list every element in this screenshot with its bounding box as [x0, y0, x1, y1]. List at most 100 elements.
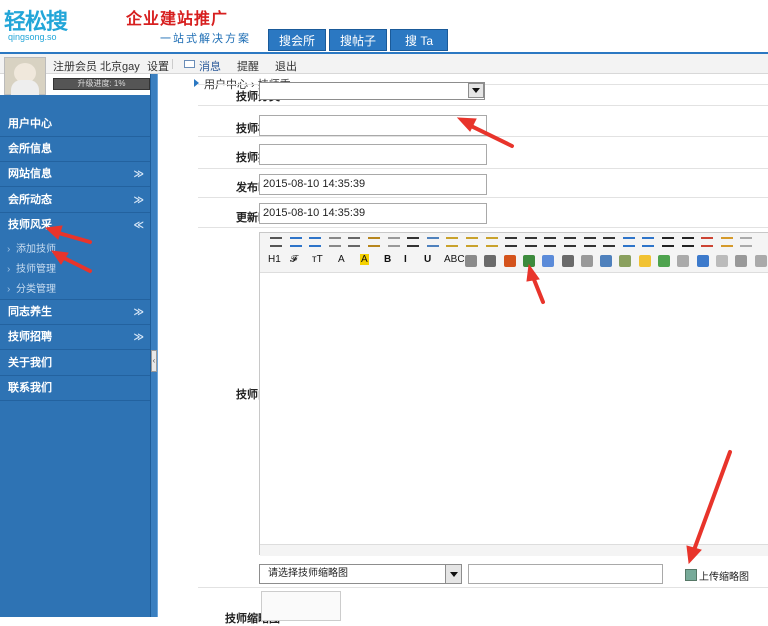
sidebar-subitem-manage-technicians[interactable]: 技师管理 [0, 260, 150, 280]
sidebar-item-user-center[interactable]: 用户中心 [0, 112, 150, 137]
justify-left-icon[interactable] [505, 237, 518, 247]
redo-icon[interactable] [309, 237, 322, 247]
source-icon[interactable] [270, 237, 282, 247]
image-icon[interactable] [503, 255, 516, 267]
mail-icon [184, 60, 195, 68]
multi-image-icon[interactable] [522, 255, 535, 267]
sidebar-item-about[interactable]: 关于我们 [0, 351, 150, 376]
line-height-icon[interactable] [465, 255, 477, 267]
font-size-button[interactable]: тT [312, 254, 323, 265]
form-row-update: 更新时间 2015-08-10 14:35:39 [198, 197, 768, 227]
chevron-down-icon: ≫ [133, 169, 144, 180]
insert-file-icon[interactable] [580, 255, 593, 267]
remove-format-icon[interactable] [484, 255, 497, 267]
font-color-button[interactable]: A [338, 254, 345, 265]
superscript-icon[interactable] [681, 237, 694, 247]
template-icon[interactable] [368, 237, 380, 247]
justify-right-icon[interactable] [544, 237, 557, 247]
print-icon[interactable] [348, 237, 361, 247]
copy-icon[interactable] [426, 237, 439, 247]
unordered-list-icon[interactable] [603, 237, 616, 247]
cut-icon[interactable] [407, 237, 420, 247]
thumbnail-select[interactable]: 请选择技师缩略图 [259, 564, 462, 584]
strikethrough-button[interactable]: ABC [444, 254, 465, 265]
collapse-sidebar-icon[interactable]: ‹ [151, 350, 157, 372]
page-break-icon[interactable] [735, 255, 748, 267]
sidebar-item-club-info[interactable]: 会所信息 [0, 137, 150, 162]
heading-button[interactable]: H1 [268, 254, 281, 265]
divider [172, 59, 173, 69]
anchor-icon[interactable] [658, 255, 670, 267]
media-icon[interactable] [561, 255, 574, 267]
undo-icon[interactable] [289, 237, 302, 247]
category-select[interactable] [259, 82, 485, 100]
map-icon[interactable] [715, 255, 728, 267]
editor-body[interactable] [260, 273, 768, 543]
publish-time-input[interactable]: 2015-08-10 14:35:39 [259, 174, 487, 195]
bg-color-button[interactable]: A [360, 254, 369, 265]
logout-link[interactable]: 退出 [275, 58, 297, 74]
link-icon[interactable] [677, 255, 690, 267]
nav-search-posts[interactable]: 搜帖子 [329, 29, 387, 51]
sidebar-subitem-label: 添加技师 [16, 244, 56, 255]
code-icon[interactable] [387, 237, 400, 247]
sidebar-subitem-add-technician[interactable]: 添加技师 [0, 240, 150, 260]
form-row-title: 技师标题 [198, 105, 768, 136]
sidebar-item-label: 同志养生 [8, 306, 52, 318]
sidebar-subitem-label: 分类管理 [16, 284, 56, 295]
paste-text-icon[interactable] [466, 237, 478, 247]
underline-button[interactable]: U [424, 254, 431, 265]
dropdown-icon [445, 565, 461, 583]
sidebar-item-label: 联系我们 [8, 382, 52, 394]
sidebar-subitem-categories[interactable]: 分类管理 [0, 280, 150, 300]
preview-icon[interactable] [328, 237, 341, 247]
ordered-list-icon[interactable] [583, 237, 596, 247]
site-logo[interactable]: 轻松搜 qingsong.so [4, 4, 100, 44]
unlink-icon[interactable] [696, 255, 709, 267]
sidebar-item-label: 技师风采 [8, 219, 52, 231]
nav-search-ta[interactable]: 搜 Ta [390, 29, 448, 51]
clear-format-icon[interactable] [701, 237, 714, 247]
nav-search-clubs[interactable]: 搜会所 [268, 29, 326, 51]
order-input[interactable] [259, 144, 487, 165]
indent-icon[interactable] [622, 237, 635, 247]
special-char-icon[interactable] [754, 255, 767, 267]
title-input[interactable] [259, 115, 487, 136]
hr-icon[interactable] [619, 255, 632, 267]
bold-button[interactable]: B [384, 254, 391, 265]
sidebar-item-technicians[interactable]: 技师风采 ≪ [0, 213, 150, 238]
paste-icon[interactable] [446, 237, 459, 247]
settings-link[interactable]: 设置 [147, 58, 169, 74]
italic-button[interactable]: I [404, 254, 407, 265]
avatar[interactable] [4, 57, 46, 95]
sidebar-item-recruitment[interactable]: 技师招聘 ≫ [0, 325, 150, 350]
paste-word-icon[interactable] [485, 237, 498, 247]
table-icon[interactable] [600, 255, 613, 267]
subscript-icon[interactable] [662, 237, 674, 247]
emoticon-icon[interactable] [638, 255, 651, 267]
flash-icon[interactable] [542, 255, 555, 267]
upload-label: 上传缩略图 [699, 572, 749, 583]
reminders-link[interactable]: 提醒 [237, 58, 259, 74]
sidebar-item-contact[interactable]: 联系我们 [0, 376, 150, 401]
upload-thumbnail-button[interactable]: 上传缩略图 [685, 568, 749, 583]
select-all-icon[interactable] [720, 237, 733, 247]
font-family-button[interactable]: 𝓕 [290, 254, 297, 265]
outdent-icon[interactable] [642, 237, 655, 247]
slogan-main: 企业建站推广 [126, 11, 229, 28]
editor-statusbar [260, 544, 768, 556]
sidebar-item-label: 用户中心 [8, 118, 52, 130]
justify-full-icon[interactable] [564, 237, 576, 247]
update-time-input[interactable]: 2015-08-10 14:35:39 [259, 203, 487, 224]
sidebar-splitter[interactable]: ‹ [150, 74, 158, 617]
sidebar-item-site-info[interactable]: 网站信息 ≫ [0, 162, 150, 187]
form-row-order: 技师排序 [198, 136, 768, 168]
member-info: 注册会员 北京gay [53, 61, 140, 73]
sidebar-item-wellness[interactable]: 同志养生 ≫ [0, 300, 150, 325]
sidebar-item-club-news[interactable]: 会所动态 ≫ [0, 188, 150, 213]
thumbnail-path-input[interactable] [468, 564, 663, 584]
chevron-down-icon: ≫ [133, 332, 144, 343]
fullscreen-icon[interactable] [740, 237, 753, 247]
justify-center-icon[interactable] [524, 237, 537, 247]
messages-link[interactable]: 消息 [199, 58, 221, 74]
